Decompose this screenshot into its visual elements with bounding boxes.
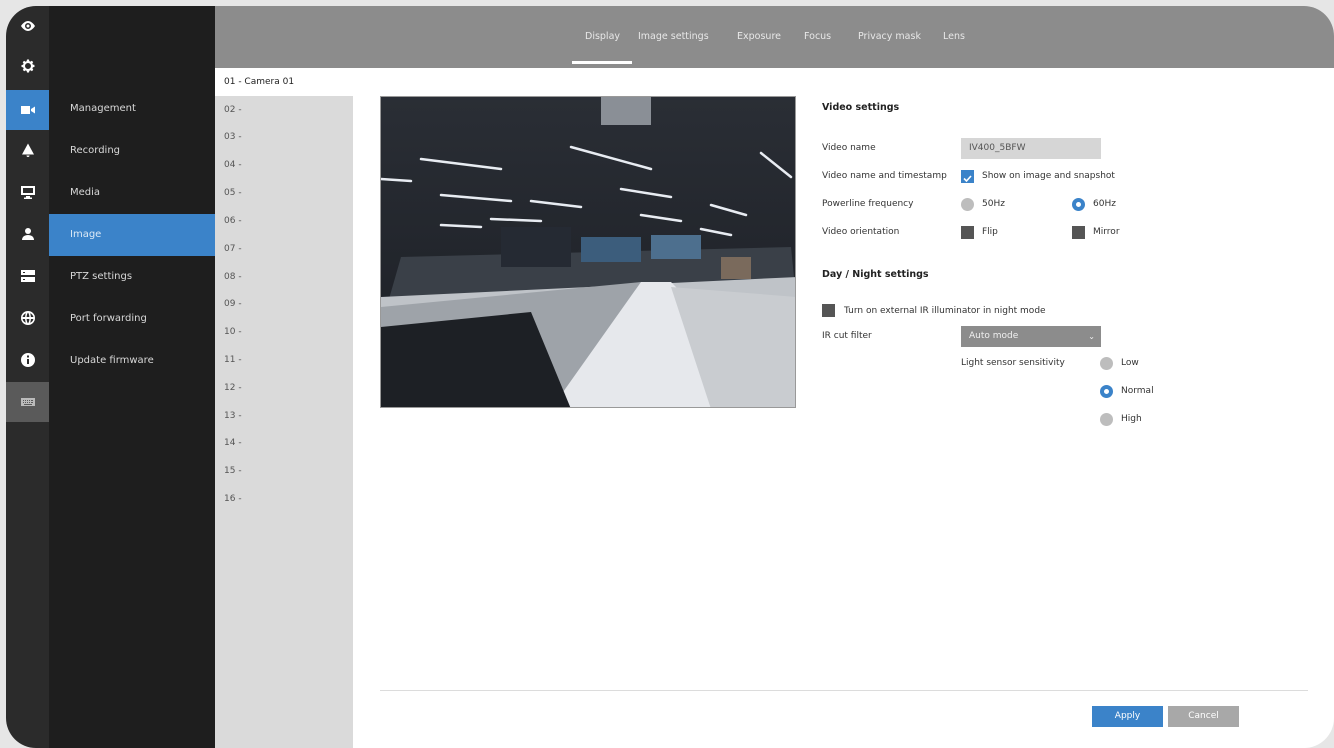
video-name-input[interactable]: IV400_5BFW [961,138,1101,159]
powerline-60hz-radio[interactable] [1072,198,1085,211]
footer-divider [380,690,1308,691]
timestamp-label: Video name and timestamp [822,171,947,181]
tab-exposure[interactable]: Exposure [737,31,781,42]
timestamp-checkbox[interactable] [961,170,974,183]
app-window: Management Recording Media Image PTZ set… [6,6,1334,748]
eye-icon[interactable] [6,6,49,46]
ir-cut-value: Auto mode [969,331,1019,341]
camera-item[interactable]: 06 - [215,207,353,235]
sensitivity-high-radio[interactable] [1100,413,1113,426]
powerline-50hz-radio[interactable] [961,198,974,211]
camera-list: 01 - Camera 01 02 - 03 - 04 - 05 - 06 - … [215,68,353,748]
day-night-title: Day / Night settings [822,269,929,280]
camera-item[interactable]: 08 - [215,263,353,291]
icon-rail [6,6,49,748]
menu-item-update-firmware[interactable]: Update firmware [49,340,215,382]
tab-lens[interactable]: Lens [943,31,965,42]
menu-item-recording[interactable]: Recording [49,130,215,172]
top-tab-bar: Display Image settings Exposure Focus Pr… [215,6,1334,68]
sensitivity-high-label: High [1121,414,1142,424]
storage-icon[interactable] [6,256,49,296]
camera-item[interactable]: 09 - [215,290,353,318]
tab-image-settings[interactable]: Image settings [638,31,709,42]
powerline-label: Powerline frequency [822,199,914,209]
camera-icon[interactable] [6,90,49,130]
camera-item[interactable]: 02 - [215,96,353,124]
camera-item[interactable]: 15 - [215,457,353,485]
camera-preview-image [381,97,795,407]
sensitivity-normal-label: Normal [1121,386,1154,396]
menu-item-management[interactable]: Management [49,88,215,130]
monitor-icon[interactable] [6,172,49,212]
camera-item[interactable]: 16 - [215,485,353,513]
sensitivity-label: Light sensor sensitivity [961,358,1065,368]
menu-item-ptz-settings[interactable]: PTZ settings [49,256,215,298]
camera-item[interactable]: 13 - [215,402,353,430]
tab-focus[interactable]: Focus [804,31,831,42]
ir-cut-label: IR cut filter [822,331,872,341]
camera-item[interactable]: 07 - [215,235,353,263]
camera-item-selected[interactable]: 01 - Camera 01 [215,68,353,96]
flip-checkbox[interactable] [961,226,974,239]
menu-item-image[interactable]: Image [49,214,215,256]
info-icon[interactable] [6,340,49,380]
video-settings-title: Video settings [822,102,900,113]
ir-illuminator-checkbox[interactable] [822,304,835,317]
mirror-checkbox[interactable] [1072,226,1085,239]
gear-icon[interactable] [6,46,49,86]
camera-item[interactable]: 12 - [215,374,353,402]
timestamp-option-label: Show on image and snapshot [982,171,1115,181]
checkmark-icon [963,175,972,183]
ir-cut-select[interactable]: Auto mode ⌄ [961,326,1101,347]
camera-item[interactable]: 14 - [215,429,353,457]
menu-item-media[interactable]: Media [49,172,215,214]
camera-item[interactable]: 10 - [215,318,353,346]
flip-label: Flip [982,227,998,237]
mirror-label: Mirror [1093,227,1120,237]
camera-preview[interactable] [380,96,796,408]
camera-item[interactable]: 04 - [215,151,353,179]
sensitivity-normal-radio[interactable] [1100,385,1113,398]
orientation-label: Video orientation [822,227,900,237]
sensitivity-low-label: Low [1121,358,1139,368]
camera-item[interactable]: 03 - [215,123,353,151]
chevron-down-icon: ⌄ [1088,332,1095,341]
video-name-label: Video name [822,143,876,153]
bell-icon[interactable] [6,130,49,170]
tab-display[interactable]: Display [585,31,620,42]
user-icon[interactable] [6,214,49,254]
globe-icon[interactable] [6,298,49,338]
settings-menu: Management Recording Media Image PTZ set… [49,6,215,748]
menu-item-port-forwarding[interactable]: Port forwarding [49,298,215,340]
active-tab-indicator [572,61,632,64]
cancel-button[interactable]: Cancel [1168,706,1239,727]
camera-item[interactable]: 05 - [215,179,353,207]
sensitivity-low-radio[interactable] [1100,357,1113,370]
powerline-60hz-label: 60Hz [1093,199,1116,209]
camera-item[interactable]: 11 - [215,346,353,374]
keyboard-icon[interactable] [6,382,49,422]
powerline-50hz-label: 50Hz [982,199,1005,209]
tab-privacy-mask[interactable]: Privacy mask [858,31,921,42]
ir-illuminator-label: Turn on external IR illuminator in night… [844,306,1046,316]
apply-button[interactable]: Apply [1092,706,1163,727]
